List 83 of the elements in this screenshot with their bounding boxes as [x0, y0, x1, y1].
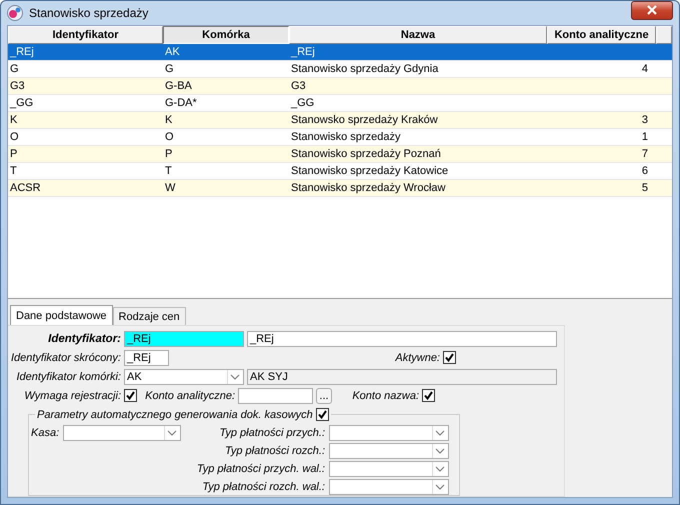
combo-box[interactable]: AK: [124, 368, 244, 384]
table-cell: _REj: [10, 46, 34, 58]
table-cell: O: [10, 131, 19, 143]
table-cell: _GG: [291, 97, 314, 109]
table-row[interactable]: K K Stanowsko sprzedaży Kraków 3: [8, 112, 672, 129]
field-label: Aktywne:: [394, 352, 440, 364]
dropdown-icon: [227, 370, 242, 384]
table-cell: G-BA: [165, 80, 192, 92]
input-field: AK SYJ: [247, 368, 557, 384]
dropdown-icon: [432, 444, 447, 458]
table-cell: Stanowsko sprzedaży Kraków: [291, 114, 438, 126]
column-header[interactable]: Konto analityczne: [547, 26, 656, 44]
dropdown-icon: [432, 480, 447, 494]
checkbox[interactable]: [422, 389, 435, 402]
close-button[interactable]: [631, 1, 673, 20]
combo-box[interactable]: [63, 424, 181, 440]
column-header[interactable]: Identyfikator: [8, 26, 163, 44]
table-cell: O: [165, 131, 174, 143]
close-icon: [646, 5, 658, 15]
table-cell: T: [10, 165, 17, 177]
table-cell: 6: [642, 165, 648, 177]
table-cell: W: [165, 182, 176, 194]
table-cell: _REj: [291, 46, 315, 58]
table-cell: ACSR: [10, 182, 41, 194]
input-field[interactable]: [238, 388, 313, 404]
field-label: Typ płatności przych.:: [218, 426, 325, 438]
table-cell: 1: [642, 131, 648, 143]
table-cell: G3: [291, 80, 306, 92]
table-row[interactable]: P P Stanowisko sprzedaży Poznań 7: [8, 146, 672, 163]
table-cell: G: [165, 63, 174, 75]
table-row[interactable]: G3 G-BA G3: [8, 78, 672, 95]
table-cell: 4: [642, 63, 648, 75]
input-field[interactable]: _REj: [247, 330, 557, 346]
column-header[interactable]: Nazwa: [289, 26, 547, 44]
table-cell: P: [165, 148, 172, 160]
table-cell: G: [10, 63, 19, 75]
window-title: Stanowisko sprzedaży: [29, 6, 150, 20]
table-cell: 7: [642, 148, 648, 160]
table-cell: 3: [642, 114, 648, 126]
field-label: Identyfikator skrócony:: [10, 352, 121, 364]
checkbox[interactable]: [124, 389, 137, 402]
app-icon: [7, 5, 23, 21]
field-label: Typ płatności rozch.:: [224, 444, 325, 456]
field-label: Kasa:: [31, 426, 59, 438]
table-row[interactable]: _REj AK _REj: [8, 44, 672, 61]
field-label: Konto analityczne:: [145, 390, 235, 402]
table-row[interactable]: ACSR W Stanowisko sprzedaży Wrocław 5: [8, 180, 672, 197]
input-field[interactable]: _REj: [124, 330, 244, 346]
table-cell: G-DA*: [165, 97, 197, 109]
table-cell: K: [165, 114, 172, 126]
combo-box[interactable]: [329, 478, 449, 494]
table-cell: T: [165, 165, 172, 177]
table-cell: 5: [642, 182, 648, 194]
dropdown-icon: [432, 426, 447, 440]
column-header-filler: [656, 26, 672, 44]
combo-box[interactable]: [329, 460, 449, 476]
tab[interactable]: Rodzaje cen: [112, 307, 186, 325]
field-label: Wymaga rejestracji:: [23, 390, 121, 402]
table-cell: G3: [10, 80, 25, 92]
table-cell: Stanowisko sprzedaży Gdynia: [291, 63, 438, 75]
checkbox[interactable]: [316, 408, 329, 421]
tab[interactable]: Dane podstawowe: [10, 305, 113, 325]
dropdown-icon: [432, 462, 447, 476]
group-label: Parametry automatycznego generowania dok. kasowych: [37, 408, 313, 420]
browse-button[interactable]: ...: [316, 388, 332, 404]
table-cell: Stanowisko sprzedaży Wrocław: [291, 182, 446, 194]
combo-box[interactable]: [329, 442, 449, 458]
table-cell: _GG: [10, 97, 34, 109]
field-label: Identyfikator:: [47, 332, 121, 344]
field-label: Typ płatności przych. wal.:: [196, 462, 325, 474]
field-label: Typ płatności rozch. wal.:: [201, 480, 325, 492]
table-cell: Stanowisko sprzedaży Katowice: [291, 165, 448, 177]
dropdown-icon: [164, 426, 179, 440]
table-cell: AK: [165, 46, 180, 58]
field-label: Identyfikator komórki:: [15, 370, 121, 382]
column-header[interactable]: Komórka: [163, 26, 289, 44]
table-cell: P: [10, 148, 18, 160]
input-field[interactable]: _REj: [124, 350, 169, 366]
table-cell: Stanowisko sprzedaży Poznań: [291, 148, 441, 160]
table-cell: Stanowisko sprzedaży: [291, 131, 400, 143]
table-cell: K: [10, 114, 18, 126]
field-label: Konto nazwa:: [351, 390, 419, 402]
checkbox[interactable]: [443, 351, 456, 364]
